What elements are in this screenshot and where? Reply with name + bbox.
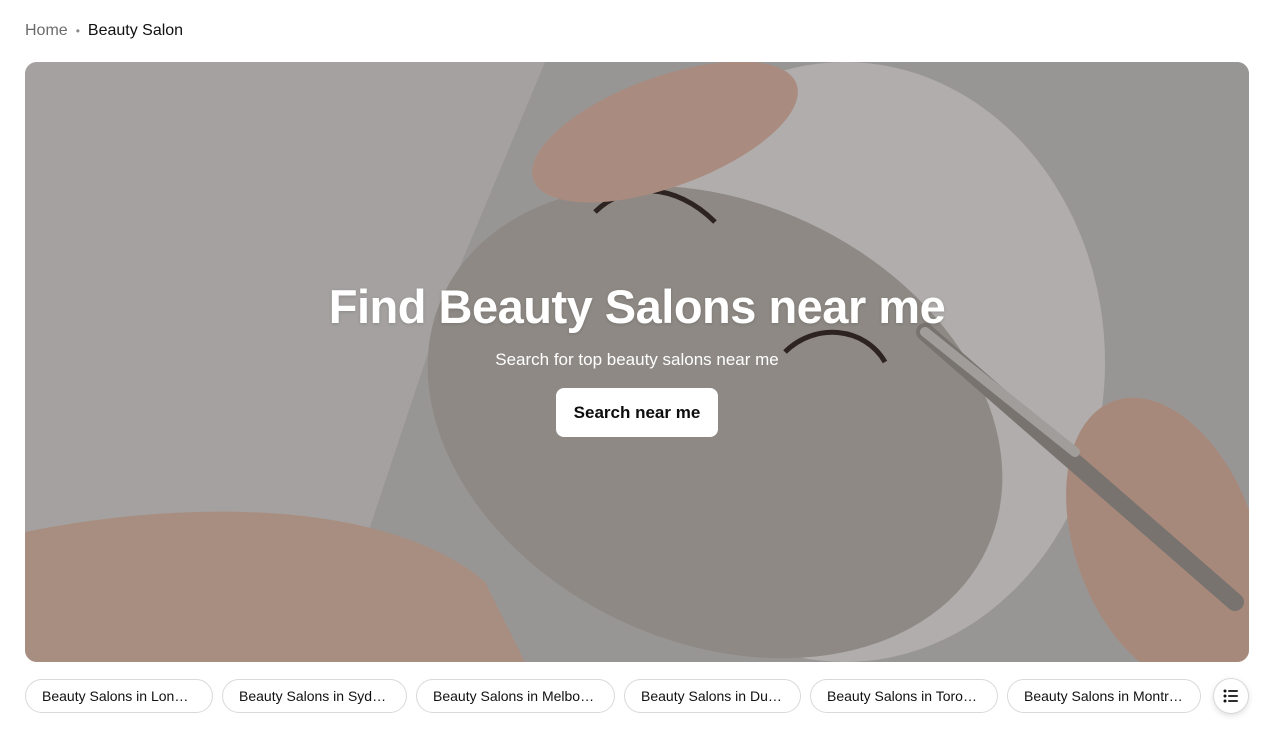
- chip-label: Beauty Salons in Toronto: [827, 688, 981, 704]
- breadcrumb-current: Beauty Salon: [87, 22, 184, 39]
- breadcrumb-home-link[interactable]: Home: [25, 22, 68, 40]
- chip-melbourne[interactable]: Beauty Salons in Melbou...: [416, 679, 615, 713]
- chip-toronto[interactable]: Beauty Salons in Toronto: [810, 679, 998, 713]
- chip-label: Beauty Salons in London: [42, 688, 196, 704]
- chip-montreal[interactable]: Beauty Salons in Montréal: [1007, 679, 1201, 713]
- chip-label: Beauty Salons in Dubai: [641, 688, 784, 704]
- breadcrumb: Home • Beauty Salon: [25, 19, 183, 43]
- hero-banner: Find Beauty Salons near me Search for to…: [25, 62, 1249, 662]
- chip-label: Beauty Salons in Montréal: [1024, 688, 1184, 704]
- chip-dubai[interactable]: Beauty Salons in Dubai: [624, 679, 801, 713]
- more-cities-button[interactable]: [1213, 678, 1249, 714]
- chip-label: Beauty Salons in Sydney: [239, 688, 390, 704]
- hero-content: Find Beauty Salons near me Search for to…: [25, 62, 1249, 662]
- hero-title: Find Beauty Salons near me: [328, 280, 946, 333]
- chip-label: Beauty Salons in Melbou...: [433, 688, 598, 704]
- search-near-me-button[interactable]: Search near me: [556, 388, 718, 437]
- city-chips: Beauty Salons in London Beauty Salons in…: [25, 678, 1210, 714]
- chip-sydney[interactable]: Beauty Salons in Sydney: [222, 679, 407, 713]
- breadcrumb-separator: •: [75, 24, 80, 38]
- hero-subtitle: Search for top beauty salons near me: [495, 350, 779, 369]
- list-icon: [1223, 689, 1238, 703]
- chip-london[interactable]: Beauty Salons in London: [25, 679, 213, 713]
